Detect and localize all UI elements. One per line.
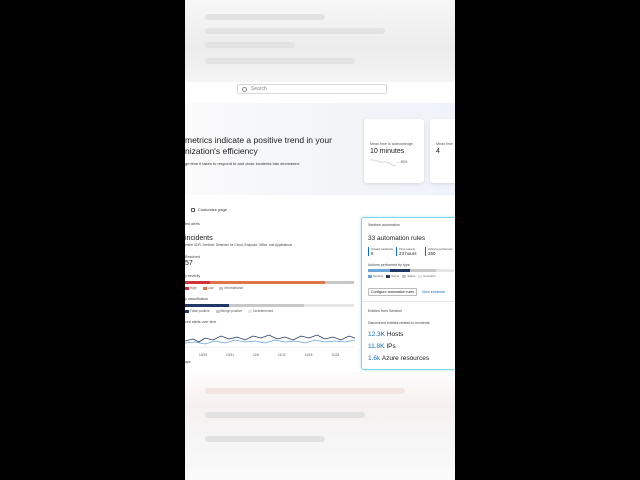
metric-card-second[interactable]: Mean time 4: [430, 119, 455, 183]
blurred-footer-area: [185, 372, 455, 480]
actions-legend: Severity Owner Status Comment: [368, 274, 435, 278]
blurred-row: [205, 388, 405, 394]
legend-item: Informational: [219, 286, 243, 290]
customize-page-button[interactable]: Customize page: [191, 207, 227, 212]
legend-item: Low: [202, 286, 213, 290]
view-incidents-link[interactable]: View incidents: [422, 290, 445, 294]
blurred-row: [205, 58, 355, 64]
blurred-header-area: [185, 0, 455, 82]
classification-bar-undetermined[interactable]: [304, 304, 354, 307]
metric-closed-incidents: Closed incidents 6: [368, 247, 393, 256]
metric-label: Mean time: [436, 142, 453, 146]
over-time-label: ved alerts over time: [185, 320, 217, 324]
incidents-panel: ted alerts incidents ender XDR, Sentinel…: [185, 217, 357, 367]
classification-bar-false-positive[interactable]: [185, 304, 229, 307]
legend-item: Benign positive: [215, 309, 242, 313]
x-tick: 10/31: [225, 353, 234, 357]
sparkline-chart: [370, 159, 396, 167]
resolved-value: 57: [185, 260, 193, 267]
blurred-row: [205, 42, 295, 48]
search-input[interactable]: Search: [237, 84, 387, 94]
legend-item: False positive: [185, 309, 210, 313]
blurred-row: [205, 436, 325, 442]
metric-time-saved: Time saved 23 hours: [396, 247, 417, 256]
legend-item: Comment: [418, 274, 435, 278]
metric-label: Mean time to acknowledge: [370, 142, 413, 146]
x-tick: 11/18: [304, 353, 313, 357]
divider: [362, 301, 455, 302]
blurred-row: [205, 412, 365, 418]
alerts-over-time-chart[interactable]: [185, 327, 355, 351]
incidents-header: ted alerts: [185, 222, 200, 226]
blurred-row: [205, 28, 385, 34]
resolved-label: Resolved: [185, 255, 200, 259]
x-tick: 10/25: [199, 353, 207, 357]
search-placeholder: Search: [251, 86, 267, 92]
entities-subtitle: Discovered entities related to incidents: [368, 321, 430, 325]
legend-item: Severity: [368, 274, 383, 278]
entity-ips[interactable]: 11.8K IPs: [368, 343, 396, 350]
x-tick: 11/24: [331, 353, 340, 357]
search-icon: [242, 86, 247, 92]
x-tick: 11/6: [252, 353, 259, 357]
series-line-primary: [185, 334, 355, 343]
series-line-secondary: [185, 339, 355, 345]
legend-item: Owner: [386, 274, 399, 278]
actions-bar-severity[interactable]: [368, 269, 390, 272]
actions-bar-comment[interactable]: [436, 269, 454, 272]
actions-bar-owner[interactable]: [390, 269, 410, 272]
customize-label: Customize page: [198, 207, 227, 212]
chart-x-ticks: 10/25 10/31 11/6 11/12 11/18 11/24: [199, 353, 339, 357]
classification-legend: False positive Benign positive Undetermi…: [185, 309, 273, 313]
severity-bar-low[interactable]: [210, 281, 325, 284]
entity-hosts[interactable]: 12.3K Hosts: [368, 331, 403, 338]
classification-bar-benign-positive[interactable]: [229, 304, 304, 307]
entities-header: Entities from Sentinel: [368, 309, 402, 313]
metric-trend: ↓ 85%: [398, 160, 408, 164]
legend-item: Undetermined: [248, 309, 273, 313]
legend-item: Status: [402, 274, 415, 278]
actions-bar-status[interactable]: [410, 269, 436, 272]
sentinel-automation-card: Sentinel automation 33 automation rules …: [361, 217, 455, 370]
automation-rules-title: 33 automation rules: [368, 235, 426, 242]
severity-label: y severity: [185, 274, 201, 278]
x-tick: 11/12: [277, 353, 286, 357]
app-window: Search metrics indicate a positive trend…: [185, 0, 455, 480]
actions-by-type-label: Actions performed by type: [368, 263, 410, 267]
incidents-title: incidents: [185, 235, 213, 242]
severity-bar-high[interactable]: [185, 281, 210, 284]
severity-bar-informational[interactable]: [325, 281, 354, 284]
customize-icon: [191, 207, 195, 212]
metric-value: 4: [436, 148, 440, 155]
chart-footer: ays: [185, 360, 191, 364]
metric-value: 10 minutes: [370, 148, 405, 155]
severity-legend: High Low Informational: [185, 286, 243, 290]
hero-title: metrics indicate a positive trend in you…: [185, 135, 332, 156]
legend-item: High: [185, 286, 197, 290]
blurred-row: [205, 14, 325, 20]
configure-automation-rules-button[interactable]: Configure automation rules: [368, 288, 418, 296]
metric-actions-performed: Actions performed 250: [425, 247, 452, 256]
metric-card-acknowledge[interactable]: Mean time to acknowledge 10 minutes ↓ 85…: [364, 119, 424, 183]
classification-label: y classification: [185, 297, 209, 301]
hero-subtitle: ge time it takes to respond to and close…: [185, 161, 300, 166]
sentinel-header: Sentinel automation: [368, 223, 400, 227]
hero-banner: metrics indicate a positive trend in you…: [185, 103, 455, 195]
entity-azure-resources[interactable]: 1.6k Azure resources: [368, 355, 429, 362]
incidents-sources: ender XDR, Sentinel, Defender for Cloud,…: [185, 243, 293, 247]
